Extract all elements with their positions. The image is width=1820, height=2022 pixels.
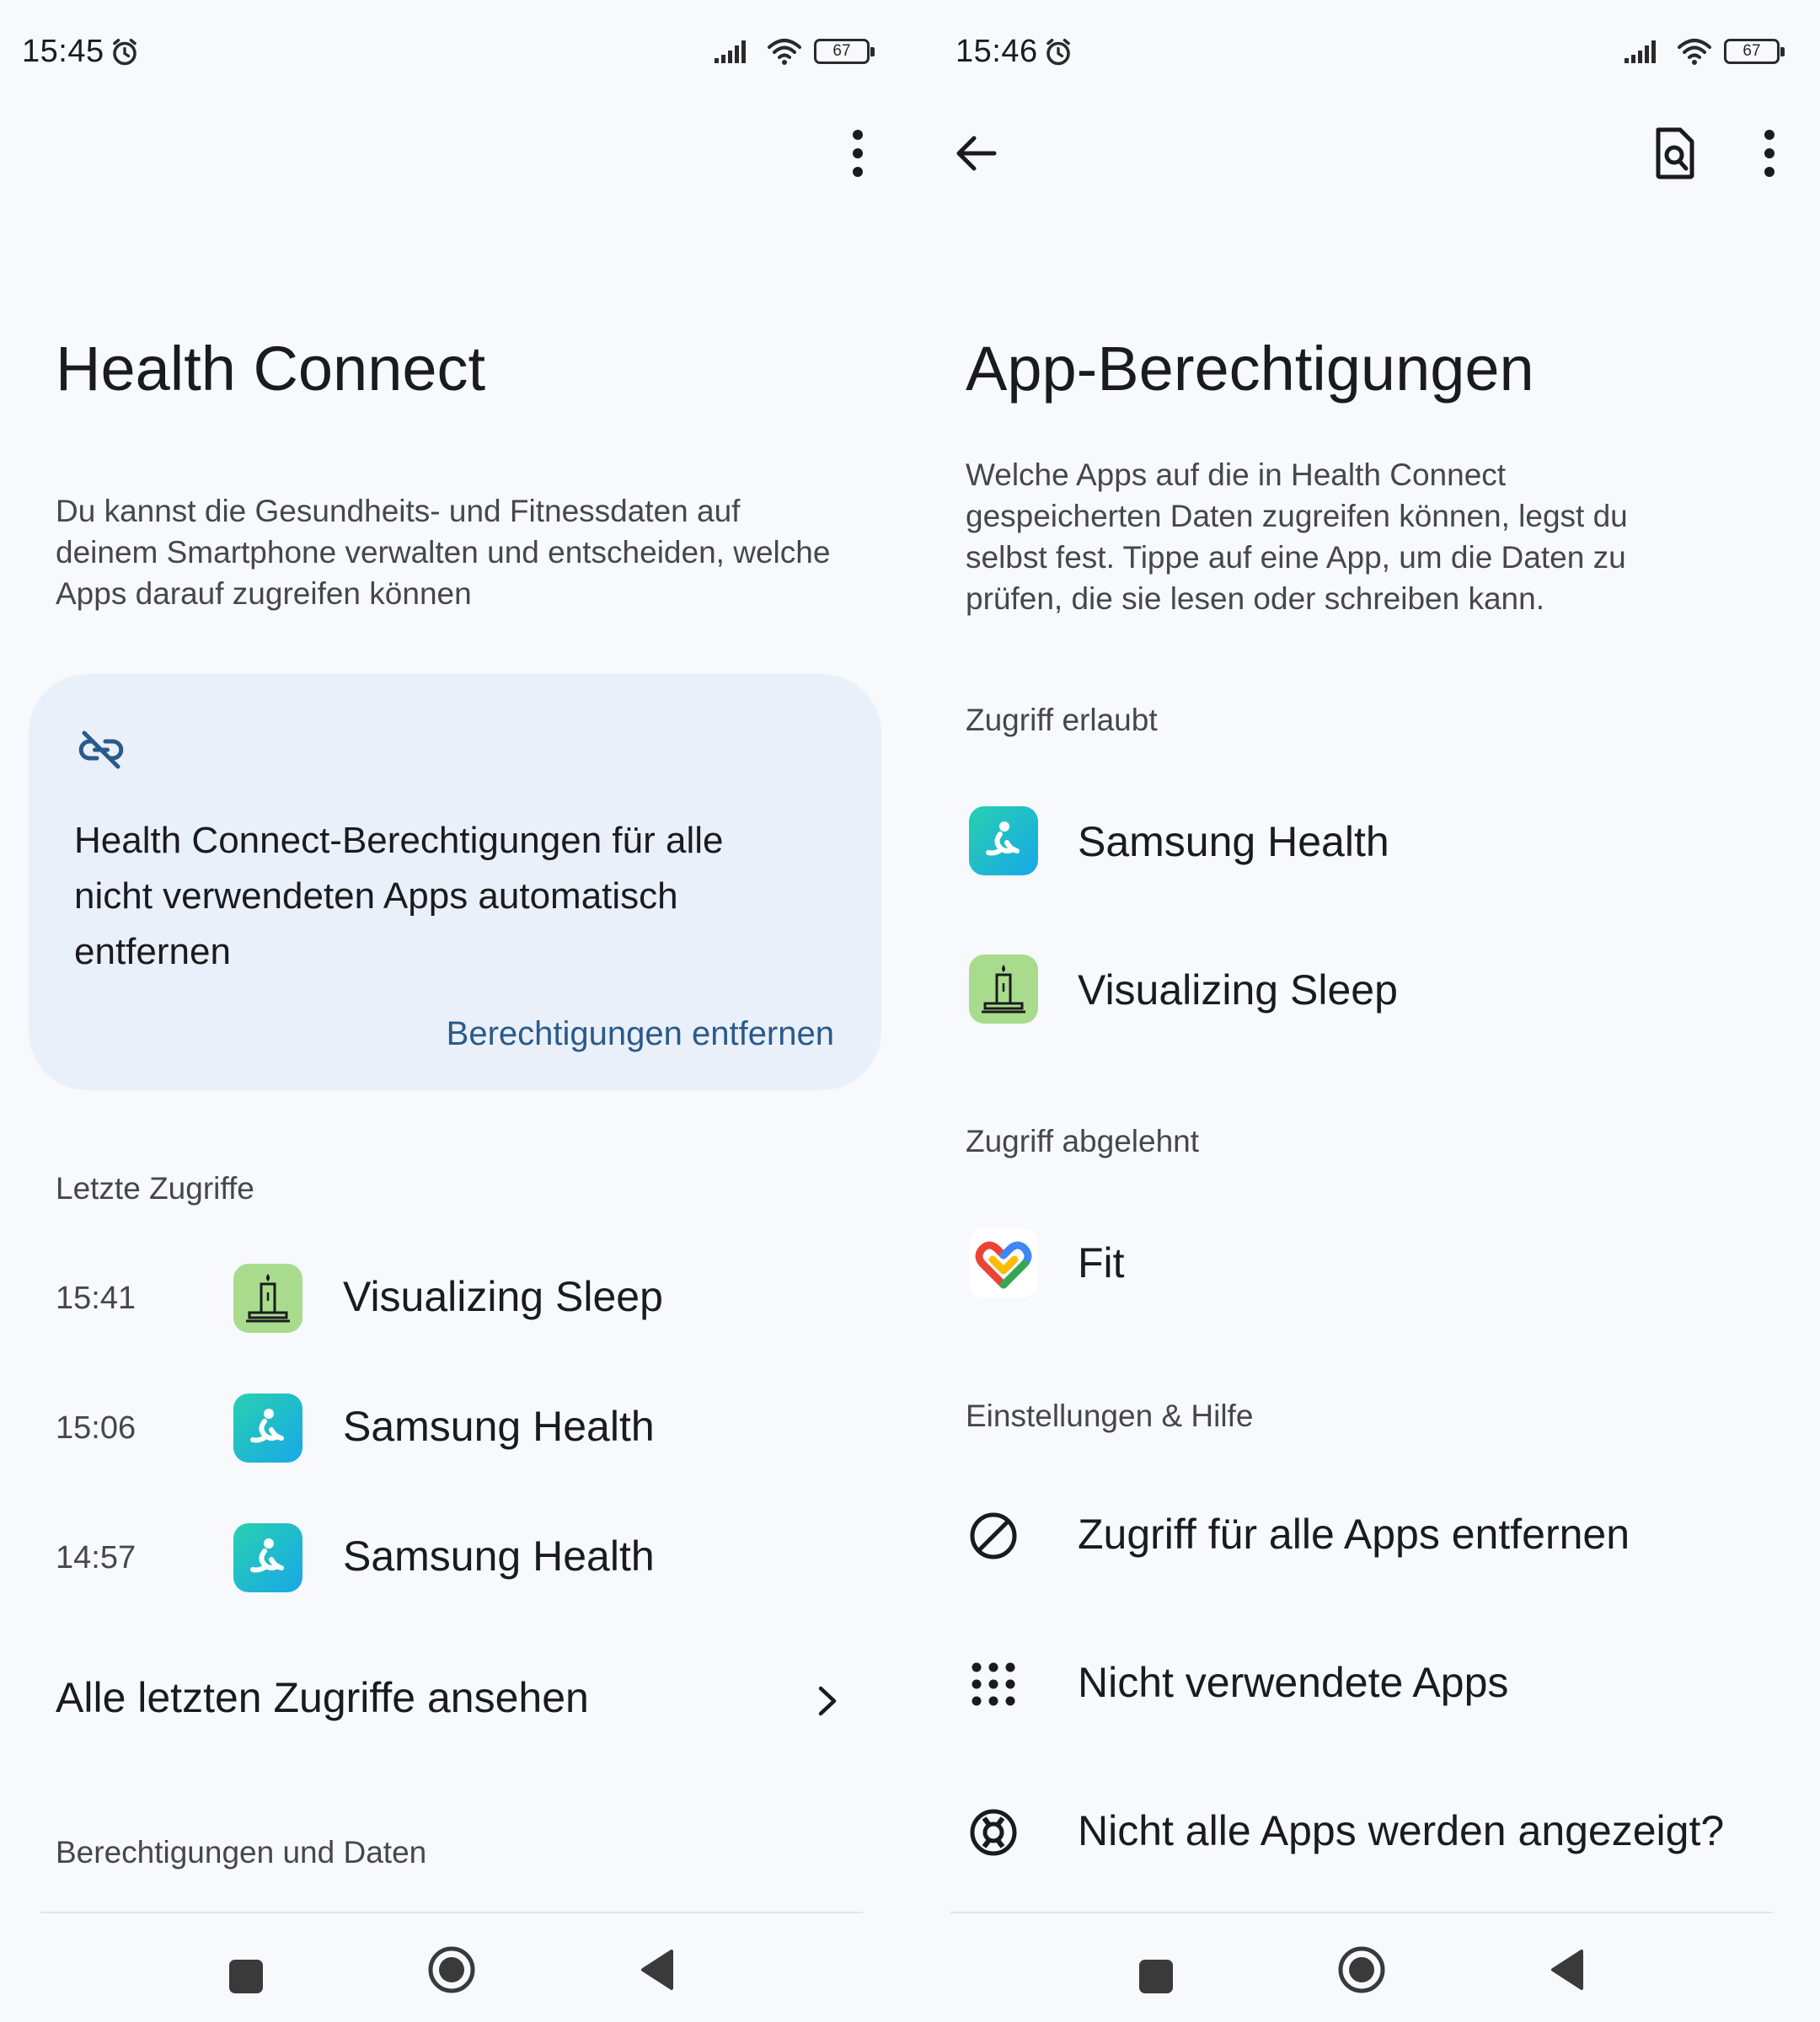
google-fit-icon xyxy=(969,1228,1038,1297)
block-icon xyxy=(970,1512,1017,1559)
recents-button[interactable] xyxy=(1122,1943,1190,2010)
home-circle-icon xyxy=(428,1946,475,1993)
battery-indicator: 67 xyxy=(1724,39,1785,64)
app-name: Samsung Health xyxy=(343,1533,655,1580)
wifi-icon xyxy=(768,39,801,65)
card-text: Health Connect-Berechtigungen für alle n… xyxy=(74,820,724,972)
remove-permissions-link[interactable]: Berechtigungen entfernen xyxy=(447,1015,834,1053)
more-vert-icon xyxy=(853,130,863,177)
status-icons: 67 xyxy=(713,37,875,66)
samsung-health-icon xyxy=(969,806,1038,875)
back-button[interactable] xyxy=(945,123,1006,184)
home-button[interactable] xyxy=(418,1936,485,2003)
status-bar-left: 15:46 xyxy=(956,34,1073,70)
more-vert-icon xyxy=(1764,130,1774,177)
access-time: 15:41 xyxy=(56,1281,136,1316)
back-nav-button[interactable] xyxy=(1534,1936,1601,2003)
access-time: 14:57 xyxy=(56,1540,136,1575)
page-description: Welche Apps auf die in Health Connect ge… xyxy=(966,457,1628,616)
page-title: App-Berechtigungen xyxy=(966,334,1534,404)
link-off-icon xyxy=(78,730,124,769)
settings-label: Nicht alle Apps werden angezeigt? xyxy=(1078,1807,1725,1854)
health-connect-screen: 15:45 67 Health Connect Du kannst die Ge… xyxy=(0,0,910,2022)
battery-indicator: 67 xyxy=(814,39,875,64)
allowed-access-header: Zugriff erlaubt xyxy=(966,703,1158,737)
samsung-health-icon xyxy=(233,1523,302,1592)
app-name: Fit xyxy=(1078,1239,1125,1286)
recents-square-icon xyxy=(1139,1960,1173,1993)
settings-help-header: Einstellungen & Hilfe xyxy=(966,1399,1254,1433)
back-triangle-icon xyxy=(641,1950,673,1990)
alarm-icon xyxy=(112,38,136,65)
permissions-data-header: Berechtigungen und Daten xyxy=(56,1835,427,1870)
page-title: Health Connect xyxy=(56,334,486,404)
recents-button[interactable] xyxy=(212,1943,280,2010)
apps-grid-icon xyxy=(972,1662,1015,1706)
recent-access-header: Letzte Zugriffe xyxy=(56,1171,254,1206)
samsung-health-icon xyxy=(233,1393,302,1463)
app-name: Visualizing Sleep xyxy=(343,1273,663,1320)
status-time: 15:46 xyxy=(956,34,1038,69)
arrow-back-icon xyxy=(956,136,997,171)
home-circle-icon xyxy=(1338,1946,1385,1993)
missing-apps-help-row[interactable]: Nicht alle Apps werden angezeigt? xyxy=(910,1786,1820,1879)
see-all-label: Alle letzten Zugriffe ansehen xyxy=(56,1674,589,1721)
status-bar-left: 15:45 xyxy=(22,34,140,70)
unused-apps-row[interactable]: Nicht verwendete Apps xyxy=(910,1638,1820,1730)
app-row-visualizing-sleep[interactable]: Visualizing Sleep xyxy=(910,949,1820,1041)
page-description: Du kannst die Gesundheits- und Fitnessda… xyxy=(56,494,831,611)
signal-icon xyxy=(1625,40,1656,63)
recent-access-row[interactable]: 15:41 Visualizing Sleep xyxy=(0,1255,910,1340)
visualizing-sleep-icon xyxy=(233,1264,302,1333)
search-document-button[interactable] xyxy=(1645,123,1705,184)
back-triangle-icon xyxy=(1551,1950,1583,1990)
back-nav-button[interactable] xyxy=(624,1936,691,2003)
help-lifebuoy-icon xyxy=(970,1809,1017,1856)
remove-all-access-row[interactable]: Zugriff für alle Apps entfernen xyxy=(910,1490,1820,1582)
app-row-fit[interactable]: Fit xyxy=(910,1220,1820,1313)
see-all-recent-access-row[interactable]: Alle letzten Zugriffe ansehen xyxy=(0,1653,910,1746)
status-time: 15:45 xyxy=(22,34,104,69)
app-row-samsung-health[interactable]: Samsung Health xyxy=(910,800,1820,893)
home-button[interactable] xyxy=(1328,1936,1395,2003)
auto-remove-permissions-card: Health Connect-Berechtigungen für alle n… xyxy=(29,674,881,1090)
app-name: Samsung Health xyxy=(1078,818,1389,865)
access-time: 15:06 xyxy=(56,1410,136,1446)
app-permissions-screen: 15:46 67 App-Berechtigungen Welche Apps … xyxy=(910,0,1820,2022)
app-name: Visualizing Sleep xyxy=(1078,966,1398,1014)
recents-square-icon xyxy=(229,1960,263,1993)
settings-label: Zugriff für alle Apps entfernen xyxy=(1078,1511,1630,1558)
status-icons: 67 xyxy=(1623,37,1785,66)
chevron-right-icon xyxy=(818,1686,837,1716)
overflow-menu-button[interactable] xyxy=(834,126,881,180)
nav-divider xyxy=(40,1912,863,1913)
find-in-page-icon xyxy=(1656,127,1694,179)
recent-access-row[interactable]: 14:57 Samsung Health xyxy=(0,1515,910,1599)
overflow-menu-button[interactable] xyxy=(1746,126,1793,180)
denied-access-header: Zugriff abgelehnt xyxy=(966,1124,1200,1158)
wifi-icon xyxy=(1678,39,1711,65)
nav-divider xyxy=(950,1912,1773,1913)
visualizing-sleep-icon xyxy=(969,955,1038,1024)
recent-access-row[interactable]: 15:06 Samsung Health xyxy=(0,1385,910,1469)
signal-icon xyxy=(715,40,746,63)
settings-label: Nicht verwendete Apps xyxy=(1078,1659,1509,1706)
alarm-icon xyxy=(1046,38,1070,65)
app-name: Samsung Health xyxy=(343,1403,655,1450)
